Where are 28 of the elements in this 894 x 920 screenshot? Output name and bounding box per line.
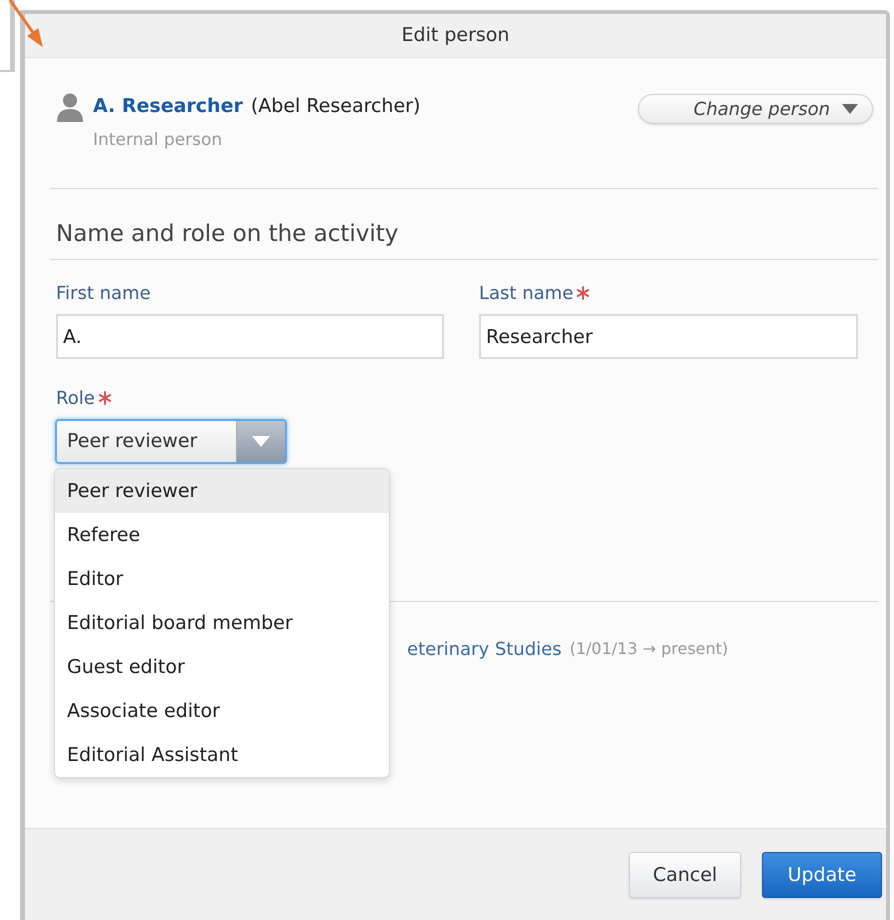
dialog-title: Edit person <box>402 23 510 48</box>
dropdown-option[interactable]: Guest editor <box>55 645 389 689</box>
dropdown-option[interactable]: Editor <box>55 557 389 601</box>
person-type: Internal person <box>93 129 224 152</box>
change-person-button[interactable]: Change person <box>638 94 873 124</box>
dropdown-option[interactable]: Editorial board member <box>55 601 389 645</box>
required-icon <box>98 391 112 405</box>
update-button[interactable]: Update <box>762 852 882 898</box>
caret-icon <box>252 436 270 447</box>
text-field[interactable]: A. <box>56 314 444 359</box>
person-icon <box>55 92 85 122</box>
field-label: Last name <box>479 282 574 306</box>
role-select[interactable]: Peer reviewer <box>55 419 287 464</box>
required-icon <box>576 286 590 300</box>
text-field[interactable]: Researcher <box>479 314 858 359</box>
person-link[interactable]: A. Researcher <box>93 92 243 120</box>
field-label: Role <box>56 386 95 410</box>
dropdown-option[interactable]: Referee <box>55 513 389 557</box>
section-heading: Name and role on the activity <box>55 220 400 249</box>
period-text: (1/01/13 → present) <box>570 638 728 660</box>
dropdown-option[interactable]: Editorial Assistant <box>55 733 389 777</box>
field-label: First name <box>56 282 151 306</box>
person-full-name: (Abel Researcher) <box>250 94 420 119</box>
dropdown-option[interactable]: Associate editor <box>55 689 389 733</box>
organisation-link[interactable]: eterinary Studies <box>407 636 562 662</box>
caret-icon <box>842 104 858 114</box>
dropdown-option[interactable]: Peer reviewer <box>55 469 389 513</box>
cancel-button[interactable]: Cancel <box>629 852 741 898</box>
